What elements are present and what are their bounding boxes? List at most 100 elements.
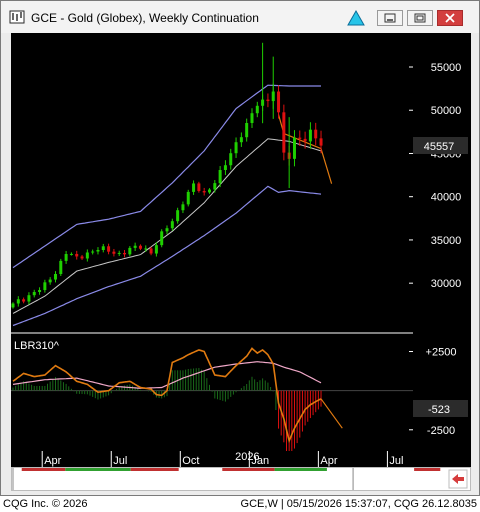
price-axis-label: 50000 [431, 105, 462, 117]
price-bar-body [128, 247, 132, 255]
price-bar-body [64, 254, 68, 261]
maximize-button[interactable] [407, 10, 433, 26]
price-bar-body [202, 191, 206, 193]
time-axis-label: Oct [182, 455, 199, 467]
price-bar-body [85, 252, 89, 259]
price-bar-body [218, 170, 222, 184]
price-bar-body [234, 142, 238, 154]
price-bar-body [53, 273, 57, 280]
price-bar-body [314, 129, 318, 139]
price-bar-body [43, 282, 47, 291]
scrollbar[interactable] [11, 466, 471, 492]
status-bar: CQG Inc. © 2026 GCE,W | 05/15/2026 15:37… [0, 496, 480, 512]
time-axis-label: Jul [389, 455, 403, 467]
title-bar[interactable]: GCE - Gold (Globex), Weekly Continuation [1, 1, 479, 33]
price-bar-body [176, 210, 180, 222]
price-bar-body [292, 137, 296, 159]
price-bar[interactable] [59, 258, 63, 277]
oscillator-axis-label: -2500 [427, 425, 455, 437]
last-price-label: 45557 [424, 141, 455, 153]
price-bar-body [149, 248, 153, 254]
price-bar-body [213, 183, 217, 190]
year-label: 2026 [235, 451, 259, 463]
price-bar-body [239, 137, 243, 143]
price-bar-body [186, 191, 190, 205]
scroll-range-marker [274, 468, 327, 471]
price-bar-body [133, 245, 137, 248]
price-bar[interactable] [282, 104, 286, 161]
scrollbar-track[interactable] [11, 466, 471, 492]
price-bar-body [16, 299, 20, 304]
chart-app-icon [9, 10, 25, 24]
price-bar-body [69, 253, 73, 255]
close-icon [445, 13, 455, 23]
time-axis-label: Jul [113, 455, 127, 467]
window-title: GCE - Gold (Globex), Weekly Continuation [31, 11, 259, 25]
time-axis[interactable]: Apr Jul Oct Jan Apr Jul2026 [11, 451, 471, 467]
price-bar-body [319, 138, 323, 146]
price-bar-body [266, 99, 270, 102]
price-axis-label: 30000 [431, 278, 462, 290]
maximize-icon [414, 13, 426, 23]
chart-window: GCE - Gold (Globex), Weekly Continuation [0, 0, 480, 496]
alert-triangle-icon [347, 10, 365, 26]
price-bar-body [298, 137, 302, 139]
price-axis-label: 55000 [431, 62, 462, 74]
scroll-range-marker [65, 468, 131, 471]
price-bar-body [208, 189, 211, 193]
chart-background [11, 33, 471, 467]
price-bar-body [170, 221, 174, 229]
price-bar-body [32, 291, 36, 296]
price-bar-body [22, 299, 26, 302]
price-bar-body [112, 251, 116, 254]
price-bar-body [165, 228, 169, 232]
copyright-text: CQG Inc. © 2026 [3, 498, 88, 510]
price-bar-body [27, 295, 31, 302]
price-bar-body [38, 290, 42, 292]
price-bar-body [160, 231, 164, 246]
price-bar-body [192, 183, 196, 192]
price-bar-body [101, 246, 105, 251]
minimize-button[interactable] [377, 10, 403, 26]
price-bar-body [282, 112, 286, 153]
price-bar[interactable] [186, 189, 190, 207]
price-bar-body [303, 138, 307, 142]
oscillator-title: LBR310^ [14, 340, 60, 352]
price-bar-body [181, 204, 185, 211]
price-bar-body [80, 256, 84, 259]
minimize-icon [384, 13, 396, 23]
price-bar-body [11, 303, 15, 308]
scroll-range-marker [21, 468, 66, 471]
price-bar-body [255, 105, 259, 114]
price-bar-body [117, 252, 121, 254]
price-axis-label: 40000 [431, 192, 462, 204]
price-bar-body [277, 91, 281, 113]
price-bar-body [229, 153, 233, 166]
price-bar-body [223, 165, 227, 171]
price-bar-body [308, 129, 312, 142]
price-bar-body [107, 246, 111, 252]
price-bar-body [91, 251, 95, 253]
price-bar-body [123, 252, 127, 255]
close-button[interactable] [437, 10, 463, 26]
price-bar-body [245, 122, 249, 138]
chart-area[interactable]: 550005000045000400003500030000 45557 LBR… [11, 33, 471, 467]
oscillator-last-value: -523 [428, 404, 450, 416]
price-bar-body [75, 253, 79, 257]
price-bar-body [138, 245, 142, 249]
alert-button[interactable] [343, 10, 369, 26]
time-axis-label: Apr [44, 455, 61, 467]
price-bar-body [197, 183, 201, 192]
price-bar-body [144, 248, 148, 250]
price-bar-body [250, 113, 254, 123]
price-bar-body [48, 279, 52, 283]
scroll-left-button[interactable] [448, 469, 468, 489]
price-bar-body [59, 260, 63, 274]
time-axis-label: Apr [320, 455, 337, 467]
price-bar-body [154, 245, 158, 254]
instrument-timestamp: GCE,W | 05/15/2026 15:37:07, CQG 26.12.8… [240, 498, 477, 510]
scroll-range-marker [222, 468, 275, 471]
price-bar[interactable] [160, 229, 164, 248]
price-bar-body [96, 250, 100, 252]
oscillator-axis-label: +2500 [426, 347, 457, 359]
